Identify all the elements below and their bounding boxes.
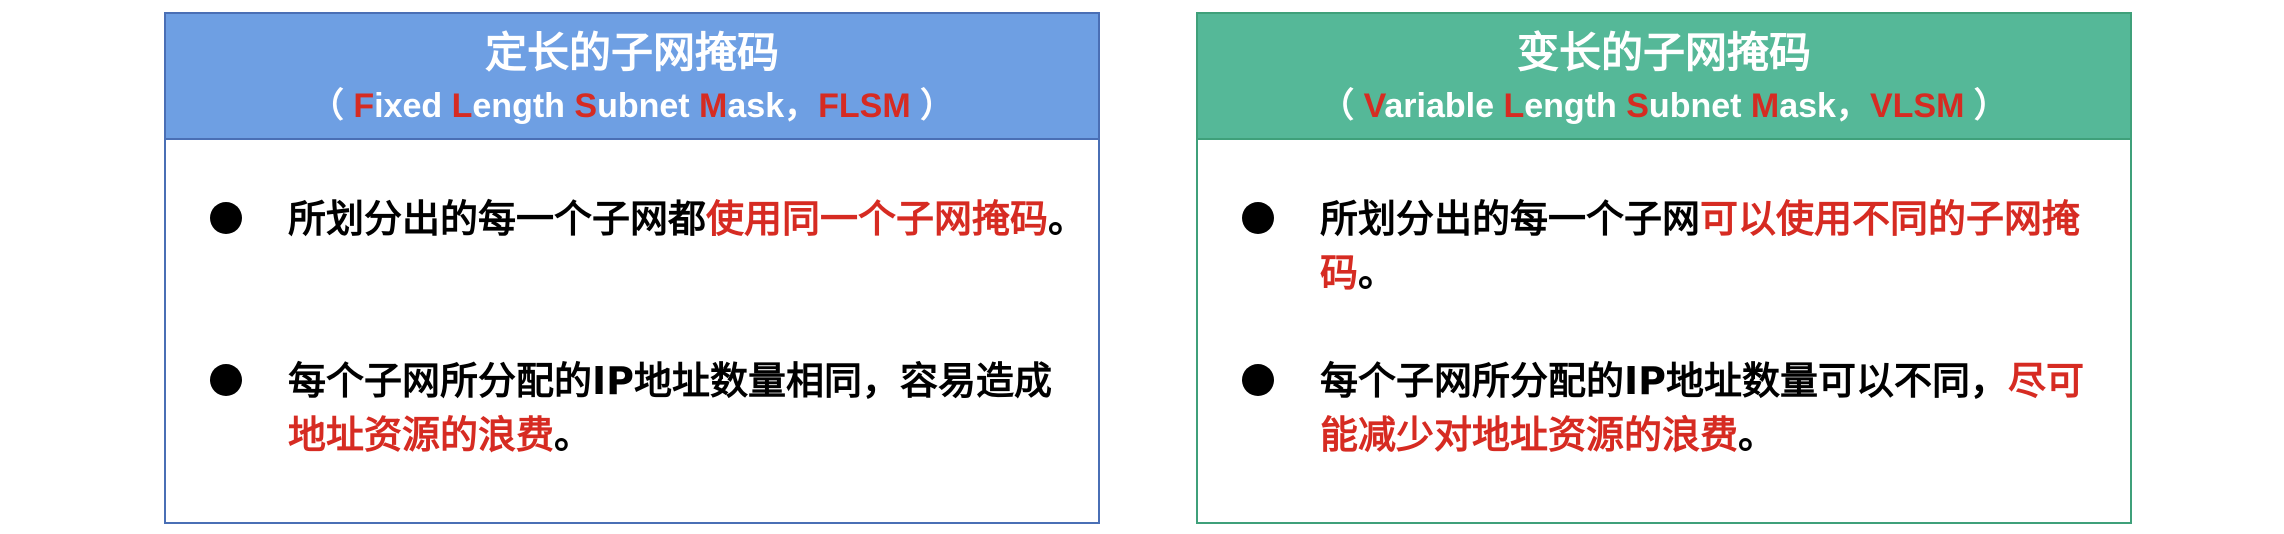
bullet-text: 每个子网所分配的IP地址数量相同，容易造成地址资源的浪费。 [288, 354, 1088, 462]
bullet-dot-icon [1242, 202, 1274, 234]
bullet-dot-icon [210, 202, 242, 234]
bullet-dot-icon [210, 364, 242, 396]
bullet-text-tail: 。 [1048, 197, 1087, 241]
subtitle-letter-l: L [1503, 87, 1525, 125]
bullet-text: 所划分出的每一个子网可以使用不同的子网掩码。 [1320, 192, 2120, 300]
bullet-text-plain: 所划分出的每一个子网都 [288, 197, 707, 241]
subtitle-word-ength: ength [472, 87, 575, 125]
bullet-text-highlight: 地址资源的浪费 [288, 413, 555, 457]
subtitle-word-ubnet: ubnet [1648, 87, 1751, 125]
flsm-header: 定长的子网掩码 （ Fixed Length Subnet Mask，FLSM … [166, 14, 1098, 140]
vlsm-subtitle: （ Variable Length Subnet Mask，VLSM ） [1198, 84, 2130, 128]
subtitle-open: （ [309, 87, 354, 125]
subtitle-letter-f: F [353, 87, 375, 125]
flsm-subtitle: （ Fixed Length Subnet Mask，FLSM ） [166, 84, 1098, 128]
subtitle-abbr: VLSM [1869, 87, 1965, 125]
subtitle-letter-v: V [1363, 87, 1385, 125]
subtitle-close: ） [1964, 87, 2008, 125]
flsm-title: 定长的子网掩码 [484, 28, 779, 77]
subtitle-letter-l: L [451, 87, 473, 125]
bullet-text: 所划分出的每一个子网都使用同一个子网掩码。 [288, 192, 1088, 246]
subtitle-letter-m: M [1750, 87, 1780, 125]
flsm-card: 定长的子网掩码 （ Fixed Length Subnet Mask，FLSM … [164, 12, 1100, 524]
vlsm-title: 变长的子网掩码 [1516, 28, 1811, 77]
vlsm-header: 变长的子网掩码 （ Variable Length Subnet Mask，VL… [1198, 14, 2130, 140]
bullet-text-tail: 。 [1738, 413, 1777, 457]
subtitle-letter-m: M [699, 87, 728, 125]
subtitle-letter-s: S [574, 87, 598, 125]
subtitle-word-ask: ask， [1779, 87, 1870, 125]
subtitle-word-ask: ask， [727, 87, 819, 125]
subtitle-word-ength: ength [1524, 87, 1627, 125]
subtitle-word-ubnet: ubnet [597, 87, 700, 125]
bullet-dot-icon [1242, 364, 1274, 396]
subtitle-word-ariable: ariable [1384, 87, 1504, 125]
bullet-text-plain: 所划分出的每一个子网 [1320, 197, 1701, 241]
subtitle-abbr: FLSM [818, 87, 911, 125]
subtitle-word-ixed: ixed [374, 87, 452, 125]
bullet-text-tail: 。 [554, 413, 593, 457]
subtitle-letter-s: S [1626, 87, 1649, 125]
bullet-text-highlight: 使用同一个子网掩码 [706, 197, 1049, 241]
subtitle-open: （ [1320, 87, 1364, 125]
vlsm-card: 变长的子网掩码 （ Variable Length Subnet Mask，VL… [1196, 12, 2132, 524]
bullet-text-plain: 每个子网所分配的IP地址数量可以不同， [1320, 359, 2008, 403]
bullet-text: 每个子网所分配的IP地址数量可以不同，尽可能减少对地址资源的浪费。 [1320, 354, 2120, 462]
subtitle-close: ） [910, 87, 955, 125]
bullet-text-tail: 。 [1358, 251, 1397, 295]
bullet-text-plain: 每个子网所分配的IP地址数量相同，容易造成 [288, 359, 1052, 403]
